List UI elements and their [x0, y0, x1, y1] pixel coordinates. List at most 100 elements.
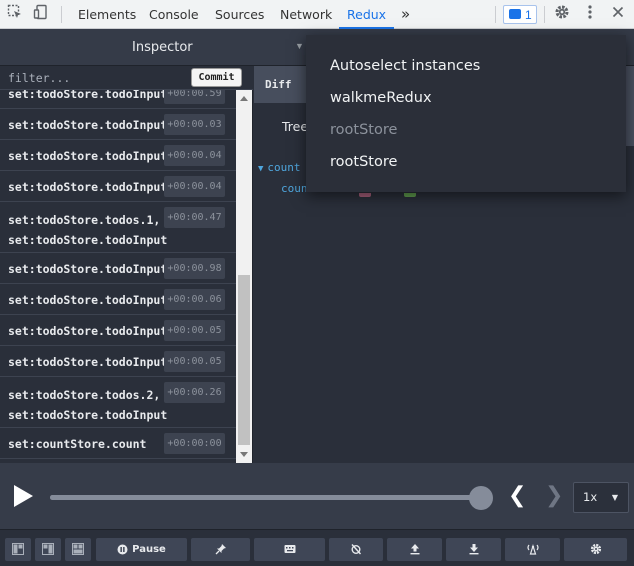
- chevron-down-icon: ▼: [611, 493, 618, 502]
- toolbar-divider: [544, 6, 545, 23]
- monitor-selector[interactable]: Inspector: [132, 40, 193, 55]
- download-icon: [469, 544, 478, 555]
- filter-input[interactable]: [0, 66, 188, 90]
- action-name: set:todoStore.todoInput: [8, 118, 167, 132]
- scroll-up-arrow-icon[interactable]: [240, 96, 248, 101]
- import-button[interactable]: [446, 538, 501, 561]
- message-icon: [509, 9, 521, 19]
- action-name-line: set:countStore.count: [8, 437, 147, 451]
- action-item[interactable]: set:countStore.count +00:00:00: [0, 428, 236, 459]
- sync-off-icon: [351, 544, 362, 555]
- messages-badge[interactable]: 1: [503, 5, 537, 24]
- more-tabs-button[interactable]: »: [401, 0, 410, 29]
- action-item[interactable]: set:todoStore.todoInput +00:00.04: [0, 140, 236, 171]
- action-list-panel: Commit set:todoStore.todoInput+00:00.59s…: [0, 66, 253, 463]
- tab-redux[interactable]: Redux: [339, 0, 395, 29]
- broadcast-icon: [526, 543, 539, 555]
- action-list-scrollbar[interactable]: [236, 90, 252, 463]
- layout-bottom-button[interactable]: [65, 538, 91, 561]
- expand-triangle-icon[interactable]: ▼: [258, 164, 263, 174]
- tree-node-count[interactable]: ▼ count: [258, 161, 301, 174]
- upload-icon: [410, 544, 419, 555]
- action-name-line: set:todoStore.todoInput: [8, 324, 168, 338]
- playback-speed-select[interactable]: 1x ▼: [573, 482, 629, 513]
- menu-item-walkmeredux[interactable]: walkmeRedux: [330, 90, 432, 106]
- tree-node-key: count: [267, 161, 301, 174]
- previous-action-icon[interactable]: ❮: [508, 483, 526, 509]
- action-item[interactable]: set:todoStore.todoInput +00:00.06: [0, 284, 236, 315]
- action-name-line: set:todoStore.todoInput: [8, 233, 168, 247]
- toolbar-divider: [61, 6, 62, 23]
- playback-speed-value: 1x: [583, 490, 598, 504]
- remote-sync-button[interactable]: [329, 538, 383, 561]
- tab-console[interactable]: Console: [149, 0, 199, 29]
- tab-tree[interactable]: Tree: [282, 119, 308, 134]
- tab-diff[interactable]: Diff: [254, 66, 309, 103]
- action-name: set:todoStore.todoInput: [8, 149, 167, 163]
- device-toolbar-icon[interactable]: [31, 4, 51, 24]
- tree-node-child[interactable]: coun: [281, 182, 308, 195]
- action-name: set:todoStore.todoInput: [8, 293, 167, 307]
- pin-icon: [215, 544, 226, 555]
- action-name: set:todoStore.todoInput: [8, 90, 167, 101]
- menu-item-rootstore[interactable]: rootStore: [330, 154, 397, 170]
- action-name-line: set:todoStore.todoInput: [8, 408, 168, 422]
- action-name-line: set:todoStore.todoInput: [8, 90, 168, 101]
- action-item[interactable]: set:todoStore.todoInput +00:00.98: [0, 253, 236, 284]
- action-timestamp: +00:00.04: [164, 145, 225, 166]
- chevron-down-icon[interactable]: ▼: [295, 41, 304, 51]
- more-options-icon[interactable]: [580, 4, 600, 24]
- action-name: set:todoStore.todoInput: [8, 262, 167, 276]
- settings-button[interactable]: [564, 538, 627, 561]
- action-item[interactable]: set:todoStore.todoInput +00:00.05: [0, 346, 236, 377]
- close-devtools-icon[interactable]: [608, 4, 628, 24]
- play-icon[interactable]: [14, 485, 33, 507]
- timeline-track[interactable]: [50, 495, 480, 500]
- menu-item-rootstore-selected: rootStore: [330, 122, 398, 138]
- action-timestamp: +00:00.59: [164, 90, 225, 104]
- action-timestamp: +00:00.04: [164, 176, 225, 197]
- action-timestamp: +00:00.03: [164, 114, 225, 135]
- action-item[interactable]: set:todoStore.todoInput +00:00.59: [0, 90, 236, 109]
- action-name: set:todoStore.todoInput: [8, 180, 167, 194]
- action-item[interactable]: set:todoStore.todoInput +00:00.03: [0, 109, 236, 140]
- action-name-line: set:todoStore.todoInput: [8, 149, 168, 163]
- filter-row: Commit: [0, 66, 253, 90]
- commit-button[interactable]: Commit: [191, 68, 242, 87]
- action-name-line: set:todoStore.todos.2,: [8, 388, 161, 402]
- pause-label: Pause: [132, 544, 166, 555]
- action-name: set:todoStore.todos.2, set:todoStore.todo…: [8, 385, 167, 425]
- scroll-down-arrow-icon[interactable]: [240, 452, 248, 457]
- export-button[interactable]: [387, 538, 442, 561]
- settings-gear-icon: [590, 543, 601, 555]
- settings-gear-icon[interactable]: [552, 4, 572, 24]
- action-timestamp: +00:00.05: [164, 320, 225, 341]
- persist-button[interactable]: [254, 538, 325, 561]
- scrollbar-thumb[interactable]: [238, 275, 250, 445]
- remote-connection-button[interactable]: [505, 538, 560, 561]
- action-item[interactable]: set:todoStore.todos.1, set:todoStore.todo…: [0, 202, 236, 253]
- tab-sources[interactable]: Sources: [215, 0, 264, 29]
- action-name-line: set:todoStore.todoInput: [8, 293, 168, 307]
- messages-count: 1: [525, 8, 532, 22]
- inspect-element-icon[interactable]: [5, 4, 25, 24]
- action-timestamp: +00:00.26: [164, 382, 225, 403]
- layout-right-button[interactable]: [35, 538, 61, 561]
- diff-added-value: [404, 193, 416, 197]
- next-action-icon[interactable]: ❯: [545, 483, 563, 509]
- tab-elements[interactable]: Elements: [78, 0, 136, 29]
- layout-left-button[interactable]: [5, 538, 31, 561]
- action-timestamp: +00:00:00: [164, 433, 225, 454]
- tab-network[interactable]: Network: [280, 0, 332, 29]
- pause-button[interactable]: Pause: [96, 538, 187, 561]
- action-item[interactable]: set:todoStore.todoInput +00:00.05: [0, 315, 236, 346]
- action-name-line: set:todoStore.todos.1,: [8, 213, 161, 227]
- detail-scrollbar[interactable]: [626, 66, 634, 146]
- lock-changes-button[interactable]: [191, 538, 250, 561]
- action-item[interactable]: set:todoStore.todos.2, set:todoStore.todo…: [0, 377, 236, 428]
- layout-bottom-icon: [72, 543, 84, 555]
- action-item[interactable]: set:todoStore.todoInput +00:00.04: [0, 171, 236, 202]
- action-name: set:todoStore.todoInput: [8, 324, 167, 338]
- menu-item-autoselect[interactable]: Autoselect instances: [330, 58, 480, 74]
- timeline-slider-handle[interactable]: [469, 486, 493, 510]
